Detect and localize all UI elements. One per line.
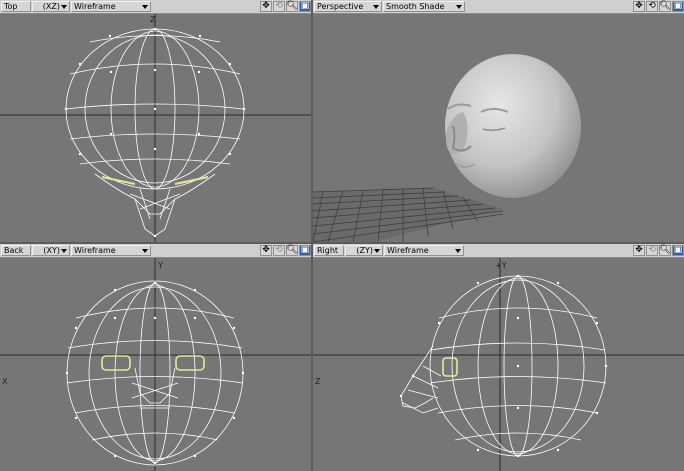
zoom-icon[interactable]: 🔍︎ xyxy=(659,1,671,12)
axis-label: Z xyxy=(315,377,321,386)
right-wireframe: +Y Z xyxy=(313,258,684,471)
viewport-header: Perspective Smooth Shade ✥ ⟲ 🔍︎ ▣ xyxy=(313,0,684,14)
dropdown-arrow-icon xyxy=(142,249,148,253)
back-wireframe: Y X xyxy=(0,258,311,471)
viewport-back[interactable]: Back (XY) Wireframe ✥ ⟲ 🔍︎ ▣ Y X xyxy=(0,244,311,471)
axis-label: Y xyxy=(157,261,163,270)
viewport-canvas[interactable]: Z xyxy=(0,14,311,242)
render-mode-select[interactable]: Wireframe xyxy=(71,245,151,256)
dropdown-arrow-icon xyxy=(61,5,67,9)
view-name-select[interactable]: Right xyxy=(314,245,344,256)
axis-label: Z xyxy=(150,15,156,24)
dropdown-arrow-icon xyxy=(142,5,148,9)
ground-grid xyxy=(313,187,504,242)
maximize-view-icon[interactable]: ▣ xyxy=(299,1,311,12)
zoom-icon[interactable]: 🔍︎ xyxy=(659,245,671,256)
head-model xyxy=(445,54,581,198)
viewport-header: Right (ZY) Wireframe ✥ ⟲ 🔍︎ ▣ xyxy=(313,244,684,258)
render-mode-select[interactable]: Wireframe xyxy=(384,245,464,256)
viewport-right[interactable]: Right (ZY) Wireframe ✥ ⟲ 🔍︎ ▣ +Y Z xyxy=(313,244,684,471)
render-mode-select[interactable]: Smooth Shade xyxy=(383,1,465,12)
perspective-render xyxy=(313,54,581,242)
viewport-header: Back (XY) Wireframe ✥ ⟲ 🔍︎ ▣ xyxy=(0,244,311,258)
rotate-view-icon[interactable]: ⟲ xyxy=(273,245,285,256)
rotate-view-icon[interactable]: ⟲ xyxy=(646,1,658,12)
view-type-select[interactable]: (XZ) xyxy=(32,1,70,12)
move-view-icon[interactable]: ✥ xyxy=(260,245,272,256)
zoom-icon[interactable]: 🔍︎ xyxy=(286,245,298,256)
viewport-canvas[interactable] xyxy=(313,14,684,242)
dropdown-arrow-icon xyxy=(374,249,380,253)
dropdown-arrow-icon xyxy=(373,5,379,9)
maximize-view-icon[interactable]: ▣ xyxy=(672,245,684,256)
dropdown-arrow-icon xyxy=(456,5,462,9)
viewport-canvas[interactable]: Y X xyxy=(0,258,311,471)
view-name-select[interactable]: Top xyxy=(1,1,31,12)
viewport-perspective[interactable]: Perspective Smooth Shade ✥ ⟲ 🔍︎ ▣ xyxy=(313,0,684,242)
dropdown-arrow-icon xyxy=(455,249,461,253)
view-type-select[interactable]: (XY) xyxy=(32,245,70,256)
rotate-view-icon[interactable]: ⟲ xyxy=(273,1,285,12)
view-name-select[interactable]: Back xyxy=(1,245,31,256)
axis-label: +Y xyxy=(495,261,507,270)
view-name-select[interactable]: Perspective xyxy=(314,1,382,12)
maximize-view-icon[interactable]: ▣ xyxy=(299,245,311,256)
move-view-icon[interactable]: ✥ xyxy=(633,245,645,256)
dropdown-arrow-icon xyxy=(61,249,67,253)
top-wireframe: Z xyxy=(0,14,311,242)
viewport-top[interactable]: Top (XZ) Wireframe ✥ ⟲ 🔍︎ ▣ Z xyxy=(0,0,311,242)
viewport-header: Top (XZ) Wireframe ✥ ⟲ 🔍︎ ▣ xyxy=(0,0,311,14)
move-view-icon[interactable]: ✥ xyxy=(633,1,645,12)
axis-label: X xyxy=(2,377,8,386)
rotate-view-icon[interactable]: ⟲ xyxy=(646,245,658,256)
render-mode-select[interactable]: Wireframe xyxy=(71,1,151,12)
zoom-icon[interactable]: 🔍︎ xyxy=(286,1,298,12)
view-type-select[interactable]: (ZY) xyxy=(345,245,383,256)
move-view-icon[interactable]: ✥ xyxy=(260,1,272,12)
viewport-canvas[interactable]: +Y Z xyxy=(313,258,684,471)
maximize-view-icon[interactable]: ▣ xyxy=(672,1,684,12)
